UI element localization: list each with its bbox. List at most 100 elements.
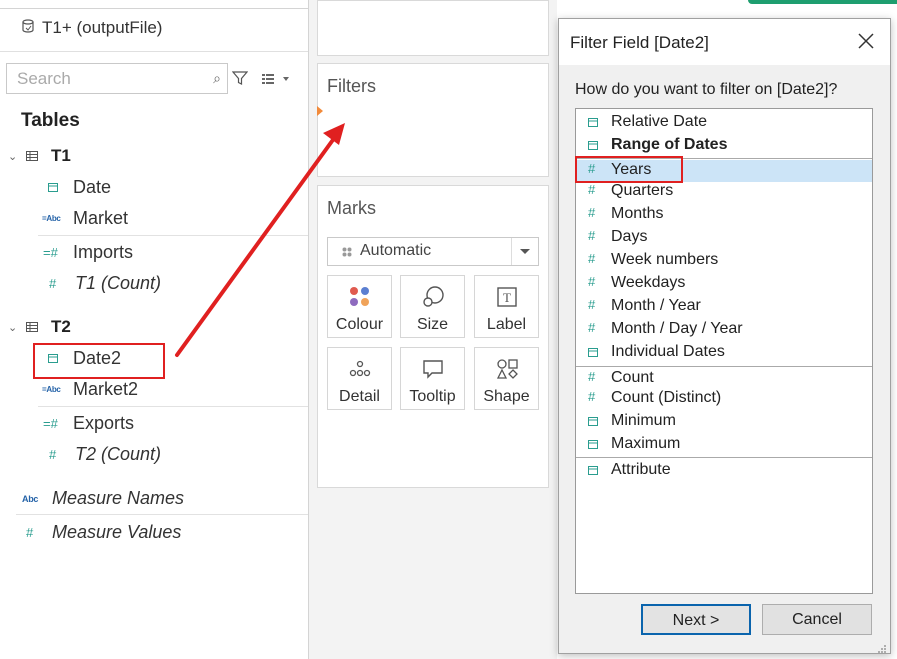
- option-label: Months: [611, 205, 664, 222]
- colour-icon: [350, 287, 369, 306]
- field-imports[interactable]: Imports: [73, 242, 133, 263]
- option-label: Count: [611, 369, 654, 386]
- search-input[interactable]: [15, 64, 199, 93]
- size-label: Size: [416, 316, 449, 333]
- calendar-icon: [588, 118, 598, 127]
- number-icon: #: [588, 320, 596, 335]
- number-icon: #: [588, 228, 596, 243]
- list-divider: [576, 457, 872, 458]
- field-t2-count[interactable]: T2 (Count): [75, 444, 161, 465]
- option-label: Individual Dates: [611, 343, 725, 360]
- option-label: Weekdays: [611, 274, 686, 291]
- size-icon: [423, 286, 444, 307]
- option-count-distinct[interactable]: # Count (Distinct): [576, 388, 872, 410]
- field-measure-values[interactable]: Measure Values: [52, 522, 181, 543]
- option-days[interactable]: # Days: [576, 227, 872, 249]
- calendar-icon: [588, 417, 598, 426]
- tables-heading: Tables: [21, 110, 80, 131]
- option-range-of-dates[interactable]: Range of Dates: [576, 135, 872, 157]
- option-weekdays[interactable]: # Weekdays: [576, 273, 872, 295]
- size-button[interactable]: Size: [400, 275, 465, 338]
- chevron-down-icon[interactable]: ⌄: [8, 150, 17, 163]
- option-count[interactable]: # Count: [576, 368, 872, 390]
- number-icon: #: [588, 182, 596, 197]
- view-options-icon[interactable]: [261, 72, 291, 86]
- option-label: Week numbers: [611, 251, 719, 268]
- tooltip-icon: [423, 360, 443, 379]
- search-box[interactable]: ⌕: [6, 63, 228, 94]
- dialog-question: How do you want to filter on [Date2]?: [575, 81, 838, 98]
- colour-button[interactable]: Colour: [327, 275, 392, 338]
- resize-grip-icon[interactable]: [877, 641, 887, 653]
- cancel-button[interactable]: Cancel: [762, 604, 872, 635]
- label-label: Label: [486, 316, 527, 333]
- field-measure-names[interactable]: Measure Names: [52, 488, 184, 509]
- datasource-row[interactable]: T1+ (outputFile): [22, 18, 162, 38]
- option-relative-date[interactable]: Relative Date: [576, 112, 872, 134]
- number-icon: #: [588, 369, 596, 384]
- option-label: Count (Distinct): [611, 389, 722, 406]
- number-icon: #: [49, 447, 57, 462]
- label-icon: T: [497, 287, 517, 307]
- option-week-numbers[interactable]: # Week numbers: [576, 250, 872, 272]
- data-pane: [0, 0, 309, 659]
- shape-button[interactable]: Shape: [474, 347, 539, 410]
- detail-label: Detail: [339, 388, 380, 405]
- option-attribute[interactable]: Attribute: [576, 460, 872, 482]
- detail-button[interactable]: Detail: [327, 347, 392, 410]
- table-icon: [26, 151, 38, 161]
- number-icon: =#: [43, 416, 58, 431]
- chevron-down-icon[interactable]: [511, 238, 538, 265]
- option-minimum[interactable]: Minimum: [576, 411, 872, 433]
- list-divider: [576, 366, 872, 367]
- highlight-box-years: [575, 156, 683, 183]
- close-icon[interactable]: [855, 30, 877, 52]
- field-market2[interactable]: Market2: [73, 379, 138, 400]
- field-t1-count[interactable]: T1 (Count): [75, 273, 161, 294]
- filter-field-dialog: Filter Field [Date2] How do you want to …: [558, 18, 891, 654]
- measures-divider: [16, 514, 308, 515]
- mark-type-dropdown[interactable]: Automatic: [327, 237, 539, 266]
- option-label: Minimum: [611, 412, 676, 429]
- option-label: Maximum: [611, 435, 681, 452]
- datasource-name: T1+ (outputFile): [42, 18, 163, 37]
- option-months[interactable]: # Months: [576, 204, 872, 226]
- number-icon: #: [49, 276, 57, 291]
- number-icon: #: [588, 251, 596, 266]
- option-quarters[interactable]: # Quarters: [576, 181, 872, 203]
- dims-measures-divider: [38, 235, 308, 236]
- dialog-title: Filter Field [Date2]: [570, 33, 709, 52]
- number-icon: #: [588, 274, 596, 289]
- option-month-year[interactable]: # Month / Year: [576, 296, 872, 318]
- chevron-down-icon[interactable]: ⌄: [8, 321, 17, 334]
- field-date[interactable]: Date: [73, 177, 111, 198]
- label-button[interactable]: T Label: [474, 275, 539, 338]
- accent-bar: [748, 0, 897, 4]
- calendar-icon: [588, 141, 598, 150]
- calendar-icon: [588, 348, 598, 357]
- option-label: Relative Date: [611, 113, 708, 130]
- option-label: Month / Day / Year: [611, 320, 743, 337]
- field-exports[interactable]: Exports: [73, 413, 134, 434]
- shape-label: Shape: [483, 388, 530, 405]
- option-label: Month / Year: [611, 297, 701, 314]
- option-label: Days: [611, 228, 648, 245]
- tooltip-label: Tooltip: [409, 388, 456, 405]
- field-market[interactable]: Market: [73, 208, 128, 229]
- string-icon: =Abc: [42, 214, 61, 223]
- pages-shelf[interactable]: [317, 0, 549, 56]
- calendar-icon: [48, 183, 58, 192]
- option-individual-dates[interactable]: Individual Dates: [576, 342, 872, 364]
- number-icon: #: [588, 205, 596, 220]
- highlight-box-date2: [33, 343, 165, 379]
- tooltip-button[interactable]: Tooltip: [400, 347, 465, 410]
- table-name-t2[interactable]: T2: [51, 317, 71, 337]
- table-name-t1[interactable]: T1: [51, 146, 71, 166]
- option-month-day-year[interactable]: # Month / Day / Year: [576, 319, 872, 341]
- next-button[interactable]: Next >: [641, 604, 751, 635]
- marks-title: Marks: [327, 198, 376, 218]
- filter-icon[interactable]: [231, 70, 249, 86]
- option-maximum[interactable]: Maximum: [576, 434, 872, 456]
- dims-measures-divider: [38, 406, 308, 407]
- top-divider: [0, 0, 308, 9]
